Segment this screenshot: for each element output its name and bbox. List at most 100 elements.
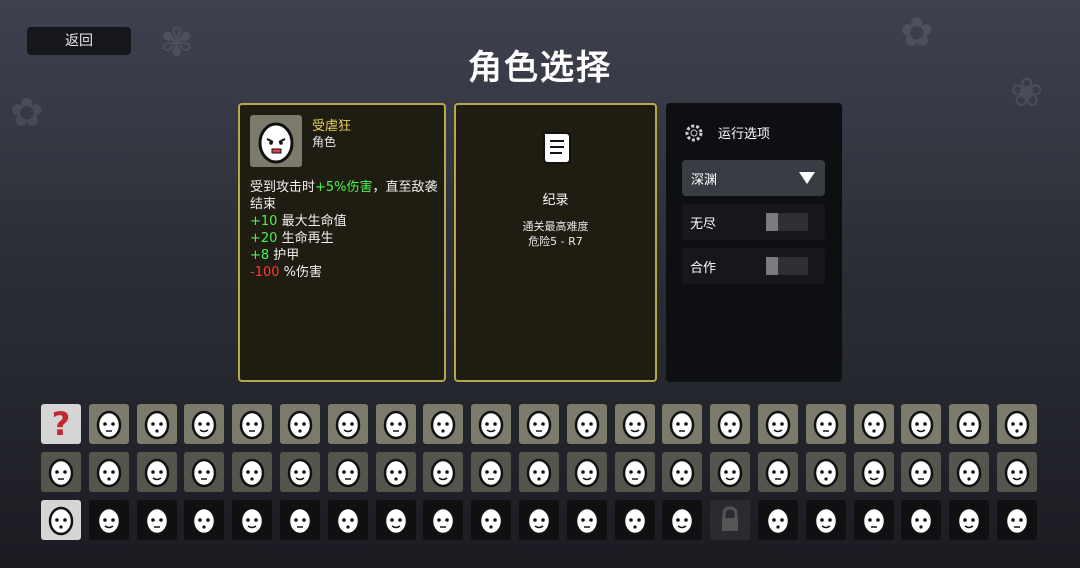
egg-face-icon xyxy=(383,506,409,536)
egg-face-icon xyxy=(239,458,265,488)
character-slot[interactable] xyxy=(662,500,702,540)
character-slot[interactable] xyxy=(997,500,1037,540)
character-slot[interactable] xyxy=(328,500,368,540)
character-slot[interactable] xyxy=(280,404,320,444)
character-slot[interactable] xyxy=(137,452,177,492)
egg-face-icon xyxy=(669,458,695,488)
stat-line: +20 生命再生 xyxy=(250,231,334,246)
character-slot[interactable] xyxy=(997,404,1037,444)
character-slot[interactable] xyxy=(758,404,798,444)
character-slot[interactable] xyxy=(423,500,463,540)
egg-face-icon xyxy=(383,458,409,488)
character-slot[interactable] xyxy=(662,404,702,444)
egg-face-icon xyxy=(861,410,887,440)
character-slot[interactable] xyxy=(854,500,894,540)
character-slot[interactable] xyxy=(519,500,559,540)
character-slot[interactable] xyxy=(806,500,846,540)
character-slot[interactable] xyxy=(41,452,81,492)
random-character-slot[interactable]: ? xyxy=(41,404,81,444)
character-slot[interactable] xyxy=(710,452,750,492)
egg-face-icon xyxy=(526,506,552,536)
character-slot[interactable] xyxy=(662,452,702,492)
character-slot[interactable] xyxy=(901,404,941,444)
character-slot[interactable] xyxy=(280,500,320,540)
egg-face-icon xyxy=(191,458,217,488)
character-slot[interactable] xyxy=(567,404,607,444)
character-slot[interactable] xyxy=(949,452,989,492)
character-slot[interactable] xyxy=(232,452,272,492)
character-slot[interactable] xyxy=(376,404,416,444)
egg-face-icon xyxy=(430,506,456,536)
record-title: 纪录 xyxy=(542,193,569,208)
character-slot[interactable] xyxy=(376,500,416,540)
egg-face-icon xyxy=(956,410,982,440)
egg-face-icon xyxy=(478,458,504,488)
egg-face-icon xyxy=(478,506,504,536)
character-slot[interactable] xyxy=(328,404,368,444)
selected-character-slot[interactable] xyxy=(41,500,81,540)
endless-toggle[interactable] xyxy=(766,213,808,231)
character-info-panel: 受虐狂 角色 受到攻击时+5%伤害，直至敌袭结束 +10 最大生命值 +20 生… xyxy=(238,103,446,382)
character-slot[interactable] xyxy=(806,404,846,444)
scroll-icon xyxy=(543,132,571,164)
coop-toggle[interactable] xyxy=(766,257,808,275)
toggle-knob xyxy=(766,257,778,275)
character-slot[interactable] xyxy=(567,452,607,492)
character-slot[interactable] xyxy=(901,452,941,492)
character-slot[interactable] xyxy=(89,452,129,492)
egg-face-icon xyxy=(669,410,695,440)
character-slot[interactable] xyxy=(471,452,511,492)
locked-character-slot[interactable] xyxy=(710,500,750,540)
character-slot[interactable] xyxy=(901,500,941,540)
stat-line: +10 最大生命值 xyxy=(250,214,347,229)
character-slot[interactable] xyxy=(376,452,416,492)
page-title: 角色选择 xyxy=(468,48,612,88)
run-options-title: 运行选项 xyxy=(718,127,771,142)
egg-face-icon xyxy=(144,506,170,536)
character-slot[interactable] xyxy=(854,404,894,444)
character-slot[interactable] xyxy=(758,452,798,492)
character-slot[interactable] xyxy=(471,500,511,540)
egg-face-icon xyxy=(335,458,361,488)
character-slot[interactable] xyxy=(471,404,511,444)
character-slot[interactable] xyxy=(184,500,224,540)
character-slot[interactable] xyxy=(423,404,463,444)
difficulty-dropdown[interactable]: 深渊 xyxy=(682,160,825,196)
egg-face-icon xyxy=(383,410,409,440)
egg-face-icon xyxy=(908,410,934,440)
character-slot[interactable] xyxy=(949,500,989,540)
egg-face-icon xyxy=(335,410,361,440)
character-slot[interactable] xyxy=(232,404,272,444)
character-slot[interactable] xyxy=(137,500,177,540)
character-slot[interactable] xyxy=(280,452,320,492)
egg-face-icon xyxy=(191,410,217,440)
egg-face-icon xyxy=(287,410,313,440)
character-slot[interactable] xyxy=(89,404,129,444)
character-slot[interactable] xyxy=(423,452,463,492)
character-slot[interactable] xyxy=(519,452,559,492)
egg-face-icon xyxy=(1004,458,1030,488)
record-value: 危险5 - R7 xyxy=(528,235,583,248)
character-slot[interactable] xyxy=(710,404,750,444)
ability-text: 受到攻击时+5%伤害，直至敌袭结束 xyxy=(250,180,438,212)
character-slot[interactable] xyxy=(615,452,655,492)
character-slot[interactable] xyxy=(806,452,846,492)
character-slot[interactable] xyxy=(89,500,129,540)
character-slot[interactable] xyxy=(328,452,368,492)
character-slot[interactable] xyxy=(949,404,989,444)
egg-face-icon xyxy=(574,410,600,440)
egg-face-icon xyxy=(144,458,170,488)
stat-line: +8 护甲 xyxy=(250,248,300,263)
character-slot[interactable] xyxy=(615,404,655,444)
character-slot[interactable] xyxy=(997,452,1037,492)
character-slot[interactable] xyxy=(137,404,177,444)
character-slot[interactable] xyxy=(519,404,559,444)
character-slot[interactable] xyxy=(184,452,224,492)
character-slot[interactable] xyxy=(232,500,272,540)
character-slot[interactable] xyxy=(615,500,655,540)
character-slot[interactable] xyxy=(854,452,894,492)
character-slot[interactable] xyxy=(567,500,607,540)
character-slot[interactable] xyxy=(758,500,798,540)
egg-face-icon xyxy=(765,458,791,488)
character-slot[interactable] xyxy=(184,404,224,444)
